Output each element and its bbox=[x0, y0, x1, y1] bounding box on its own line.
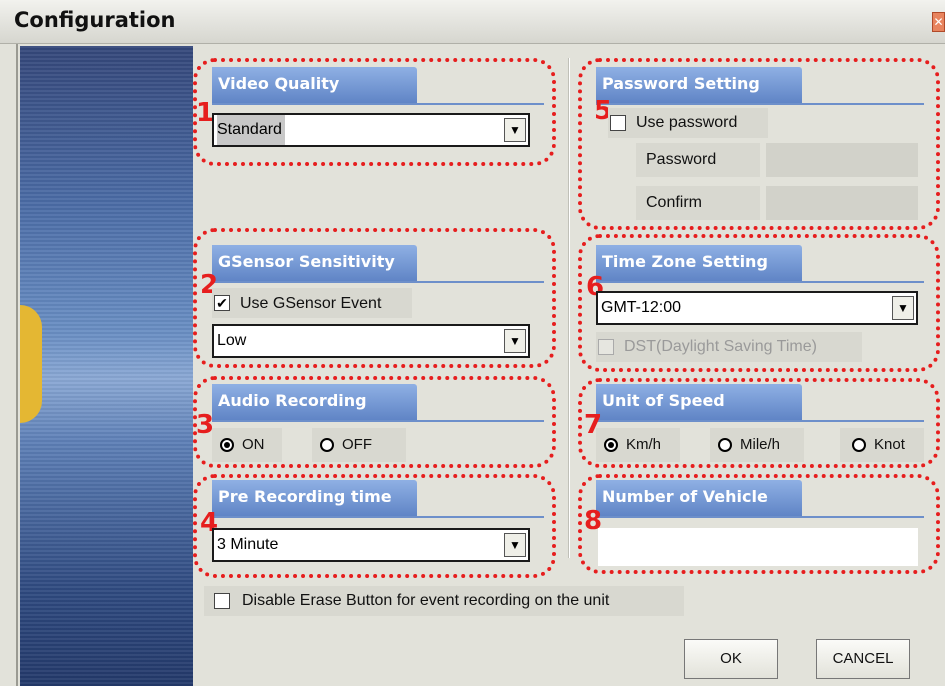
confirm-label: Confirm bbox=[646, 194, 703, 211]
chevron-down-icon[interactable]: ▼ bbox=[504, 118, 526, 142]
tab-underline bbox=[596, 103, 924, 105]
tab-underline bbox=[212, 516, 544, 518]
video-quality-tab: Video Quality bbox=[212, 67, 417, 105]
column-divider bbox=[568, 58, 570, 558]
pre-recording-select[interactable]: 3 Minute ▼ bbox=[212, 528, 530, 562]
disable-erase-label: Disable Erase Button for event recording… bbox=[242, 592, 610, 609]
audio-on-radio[interactable] bbox=[220, 438, 234, 452]
kmh-label: Km/h bbox=[626, 436, 662, 453]
cancel-button[interactable]: CANCEL bbox=[816, 639, 910, 679]
mileh-label: Mile/h bbox=[740, 436, 781, 453]
knot-label: Knot bbox=[874, 436, 905, 453]
side-banner-image bbox=[20, 46, 193, 686]
tab-underline bbox=[596, 281, 924, 283]
tab-underline bbox=[212, 420, 544, 422]
window-title: Configuration bbox=[14, 8, 176, 32]
pre-recording-tab: Pre Recording time bbox=[212, 480, 417, 518]
banner-light-glow bbox=[20, 305, 42, 423]
pre-recording-value: 3 Minute bbox=[217, 536, 279, 553]
gsensor-checkbox-label: Use GSensor Event bbox=[240, 295, 382, 312]
use-password-label: Use password bbox=[636, 114, 738, 131]
use-password-checkbox[interactable] bbox=[610, 115, 626, 131]
video-quality-value: Standard bbox=[217, 115, 285, 145]
password-tab: Password Setting bbox=[596, 67, 802, 105]
gsensor-tab: GSensor Sensitivity bbox=[212, 245, 417, 283]
knot-radio[interactable] bbox=[852, 438, 866, 452]
speed-tab: Unit of Speed bbox=[596, 384, 802, 422]
ok-button[interactable]: OK bbox=[684, 639, 778, 679]
audio-off-radio[interactable] bbox=[320, 438, 334, 452]
title-bar: Configuration ✕ bbox=[0, 0, 945, 44]
audio-tab: Audio Recording bbox=[212, 384, 417, 422]
password-field[interactable] bbox=[766, 143, 918, 177]
dst-checkbox[interactable] bbox=[598, 339, 614, 355]
timezone-tab: Time Zone Setting bbox=[596, 245, 802, 283]
gsensor-checkbox[interactable]: ✔ bbox=[214, 295, 230, 311]
configuration-window: Configuration ✕ Video Quality 1 Standard… bbox=[0, 0, 945, 686]
password-label: Password bbox=[646, 151, 717, 168]
tab-underline bbox=[212, 103, 544, 105]
mileh-radio[interactable] bbox=[718, 438, 732, 452]
timezone-value: GMT-12:00 bbox=[601, 299, 682, 316]
gsensor-sensitivity-select[interactable]: Low ▼ bbox=[212, 324, 530, 358]
tab-underline bbox=[596, 516, 924, 518]
vehicle-tab: Number of Vehicle bbox=[596, 480, 802, 518]
timezone-select[interactable]: GMT-12:00 ▼ bbox=[596, 291, 918, 325]
tab-underline bbox=[596, 420, 924, 422]
close-icon[interactable]: ✕ bbox=[932, 12, 945, 32]
audio-on-label: ON bbox=[242, 436, 265, 453]
vehicle-number-input[interactable] bbox=[598, 528, 918, 566]
gsensor-sensitivity-value: Low bbox=[217, 332, 247, 349]
dst-label: DST(Daylight Saving Time) bbox=[624, 338, 817, 355]
audio-off-label: OFF bbox=[342, 436, 372, 453]
video-quality-select[interactable]: Standard ▼ bbox=[212, 113, 530, 147]
chevron-down-icon[interactable]: ▼ bbox=[892, 296, 914, 320]
chevron-down-icon[interactable]: ▼ bbox=[504, 533, 526, 557]
disable-erase-checkbox[interactable] bbox=[214, 593, 230, 609]
tab-underline bbox=[212, 281, 544, 283]
confirm-password-field[interactable] bbox=[766, 186, 918, 220]
kmh-radio[interactable] bbox=[604, 438, 618, 452]
chevron-down-icon[interactable]: ▼ bbox=[504, 329, 526, 353]
